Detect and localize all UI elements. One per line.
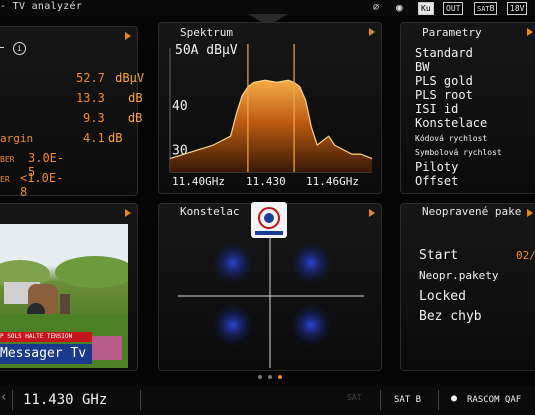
spectrum-y-tick-label: 30: [172, 144, 188, 159]
watermark-logo: [251, 202, 287, 238]
page-dot[interactable]: [258, 375, 262, 379]
param-isi-id: ISI id: [415, 102, 459, 116]
panel-expand-icon[interactable]: [527, 28, 533, 36]
param-symbol-rate: Symbolová rychlost: [415, 148, 502, 157]
spectrum-x-tick-label: 11.40GHz: [172, 175, 225, 188]
lock-state: Locked: [419, 289, 466, 304]
param-pilots: Piloty: [415, 160, 459, 174]
bottom-divider: [438, 390, 439, 410]
spectrum-x-tick-label: 11.46GHz: [306, 175, 359, 188]
start-label: Start: [419, 248, 459, 263]
channel-banner: Messager Tv: [0, 344, 92, 364]
param-code-rate: Kódová rychlost: [415, 134, 488, 143]
param-pls-gold: PLS gold: [415, 74, 473, 88]
news-ticker: P SOLS HALTE TENSION: [0, 332, 92, 342]
spectrum-x-tick-label: 11.430: [246, 175, 286, 188]
bottom-divider: [380, 390, 381, 410]
errors-title: Neopravené pake: [422, 205, 522, 218]
spectrum-x-ticks: 11.40GHz 11.430 11.46GHz: [172, 175, 359, 188]
param-pls-root: PLS root: [415, 88, 473, 102]
error-state: Bez chyb: [419, 309, 482, 324]
page-dot[interactable]: [268, 375, 272, 379]
param-constellation: Konstelace: [415, 116, 488, 130]
spectrum-y-ticks: 30 40: [172, 99, 188, 159]
panel-expand-icon[interactable]: [527, 209, 533, 217]
bottom-divider: [140, 390, 141, 410]
parameters-title: Parametry: [422, 26, 482, 39]
bottom-divider: [12, 390, 13, 410]
panel-expand-icon[interactable]: [125, 209, 131, 217]
satellite-name[interactable]: RASCOM QAF: [467, 395, 521, 405]
antenna-icon: ‹: [0, 390, 8, 405]
param-bandwidth: BW: [415, 60, 430, 74]
user-icon: ●: [451, 393, 458, 404]
start-value: 02/: [516, 249, 535, 262]
page-dot-active[interactable]: [278, 375, 282, 379]
spectrum-fill: [170, 80, 372, 172]
param-offset: Offset: [415, 174, 459, 188]
sat-position[interactable]: SAT B: [394, 395, 421, 405]
param-standard: Standard: [415, 46, 473, 60]
spectrum-y-tick-label: 40: [172, 99, 188, 114]
frequency-display[interactable]: 11.430 GHz: [23, 392, 107, 408]
packets-label: Neopr.pakety: [419, 269, 499, 282]
satellite-faint-icon: SAT: [347, 393, 362, 402]
uncorrected-packets-panel[interactable]: [400, 203, 535, 371]
